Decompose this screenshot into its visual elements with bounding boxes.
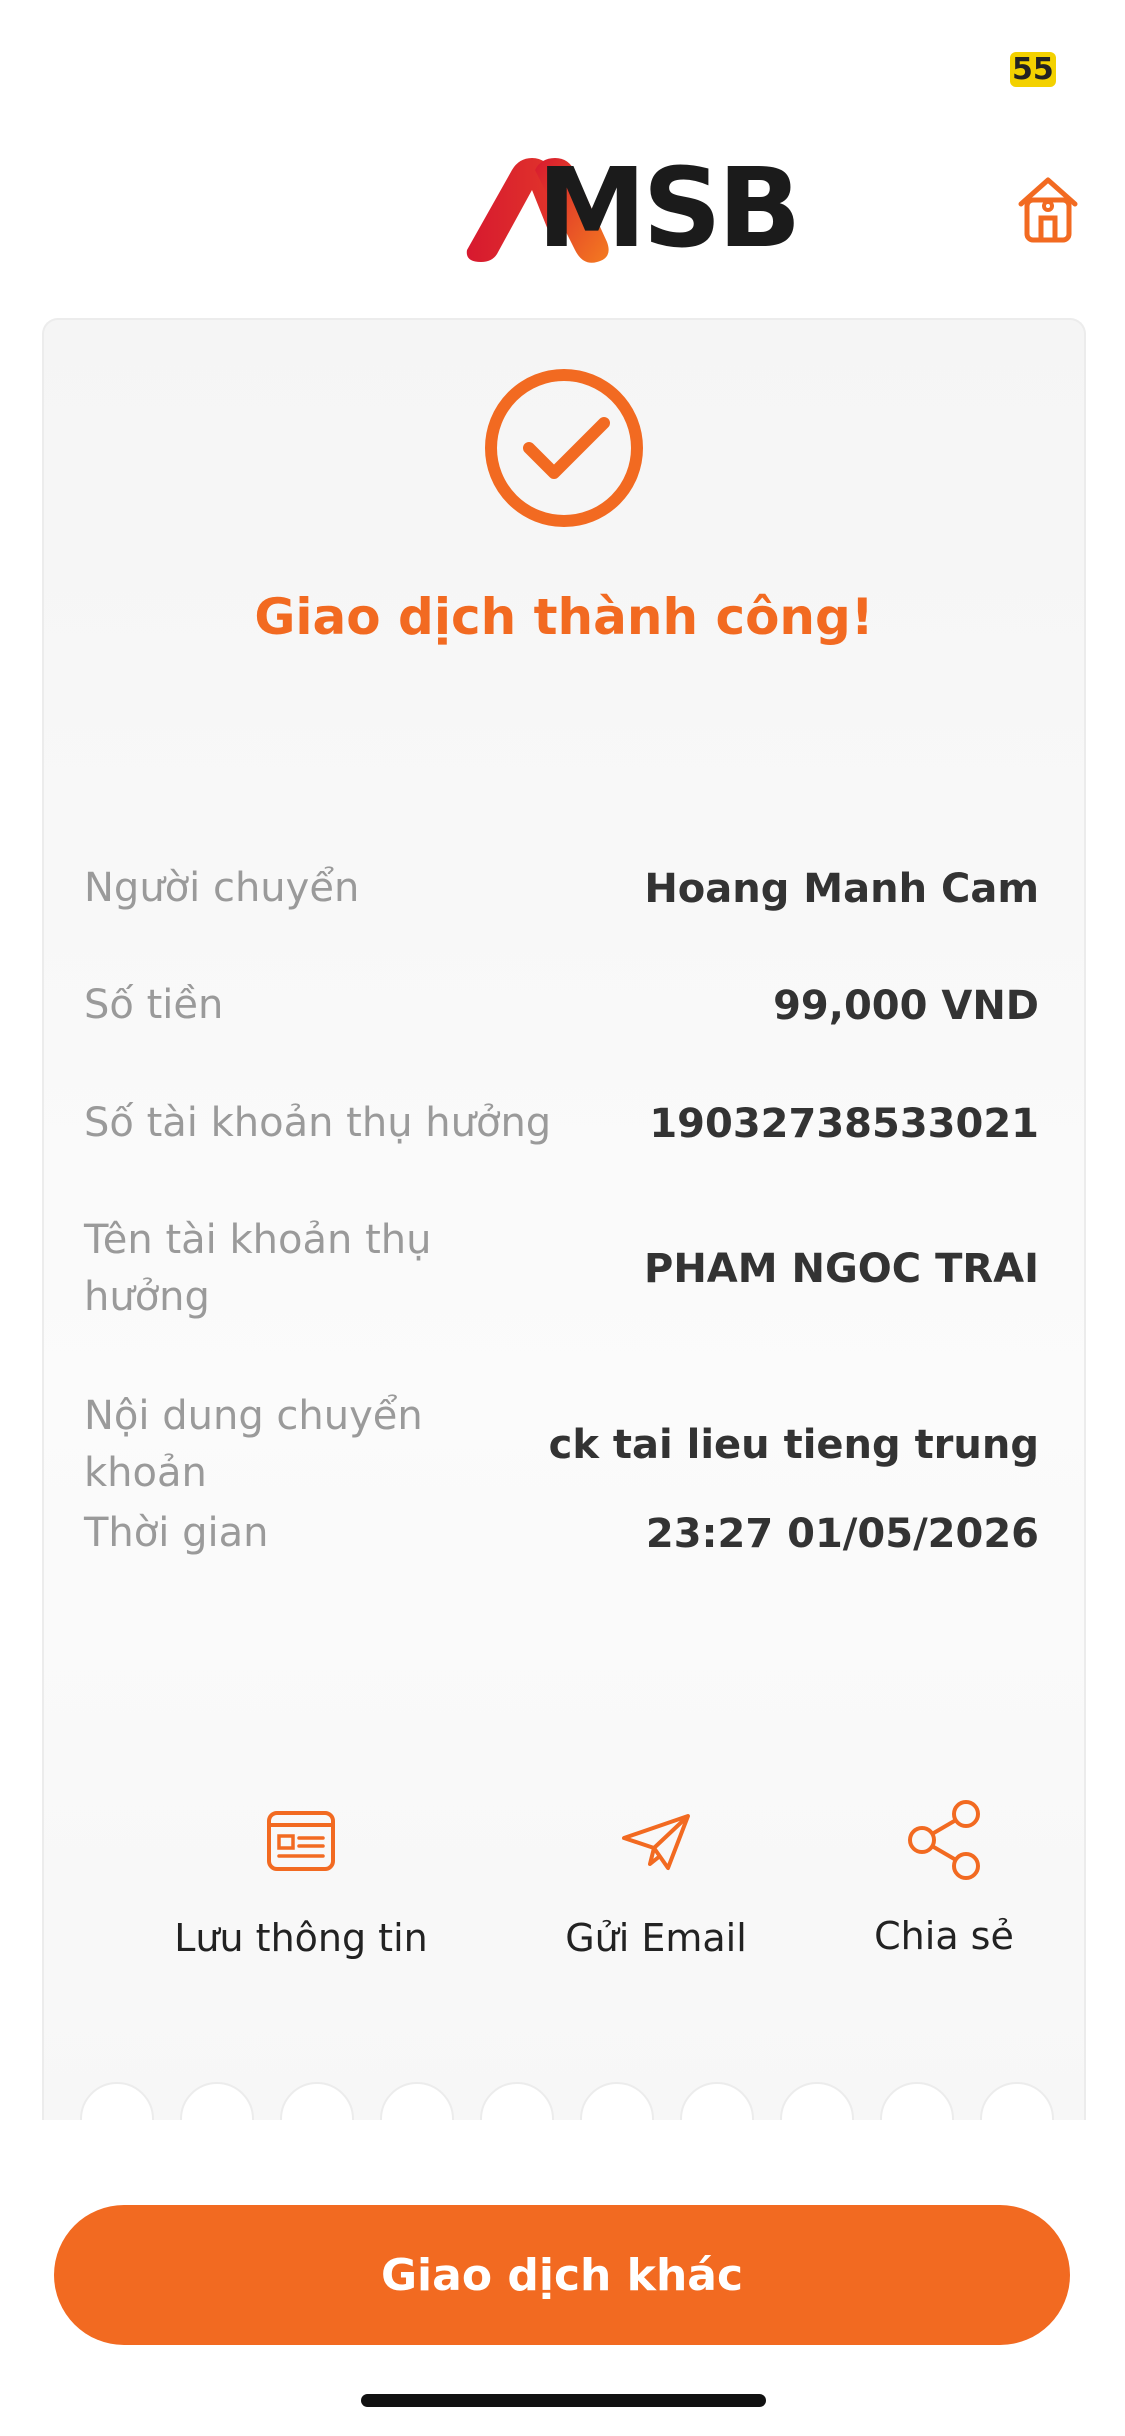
success-check-icon bbox=[485, 369, 643, 527]
detail-label: Người chuyển bbox=[84, 865, 360, 911]
detail-label-line: Tên tài khoản thụ bbox=[84, 1217, 432, 1263]
scallop-edge bbox=[980, 2082, 1054, 2120]
detail-label: Tên tài khoản thụ hưởng bbox=[84, 1212, 431, 1326]
receipt-card: Giao dịch thành công! Người chuyển Hoang… bbox=[42, 318, 1086, 2120]
send-email-button[interactable]: Gửi Email bbox=[516, 1810, 796, 1960]
scallop-edge bbox=[280, 2082, 354, 2120]
save-info-icon bbox=[267, 1811, 335, 1871]
send-email-label: Gửi Email bbox=[565, 1916, 747, 1960]
receipt-actions: Lưu thông tin Gửi Email Chia sẻ bbox=[44, 1800, 1084, 2010]
scallop-edge bbox=[580, 2082, 654, 2120]
brand-name: MSB bbox=[537, 144, 802, 272]
detail-row-time: Thời gian 23:27 01/05/2026 bbox=[84, 1505, 1039, 1562]
detail-label: Số tài khoản thụ hưởng bbox=[84, 1100, 552, 1146]
detail-value: PHAM NGOC TRAI bbox=[644, 1246, 1039, 1292]
detail-row-amount: Số tiền 99,000 VND bbox=[84, 977, 1039, 1034]
detail-label: Nội dung chuyển khoản bbox=[84, 1393, 423, 1496]
scallop-edge bbox=[780, 2082, 854, 2120]
detail-value: ck tai lieu tieng trung bbox=[548, 1422, 1039, 1468]
home-indicator[interactable] bbox=[361, 2394, 766, 2407]
detail-value: Hoang Manh Cam bbox=[644, 865, 1039, 912]
send-email-icon bbox=[622, 1814, 690, 1870]
detail-label-line: hưởng bbox=[84, 1274, 210, 1320]
scallop-edge bbox=[180, 2082, 254, 2120]
share-button[interactable]: Chia sẻ bbox=[834, 1800, 1054, 1958]
detail-row-account-name: Tên tài khoản thụ hưởng PHAM NGOC TRAI bbox=[84, 1212, 1039, 1326]
battery-indicator: 55 bbox=[1010, 52, 1056, 87]
detail-value: 23:27 01/05/2026 bbox=[645, 1510, 1039, 1557]
success-title: Giao dịch thành công! bbox=[254, 588, 874, 646]
scallop-edge bbox=[80, 2082, 154, 2120]
save-info-button[interactable]: Lưu thông tin bbox=[126, 1810, 476, 1960]
share-icon bbox=[908, 1800, 980, 1880]
detail-value: 19032738533021 bbox=[649, 1100, 1039, 1147]
new-transaction-button[interactable]: Giao dịch khác bbox=[54, 2205, 1070, 2345]
detail-row-transfer-content: Nội dung chuyển khoản ck tai lieu tieng … bbox=[84, 1388, 1039, 1502]
scallop-edge bbox=[880, 2082, 954, 2120]
scallop-edge bbox=[680, 2082, 754, 2120]
save-info-label: Lưu thông tin bbox=[174, 1916, 428, 1960]
detail-label: Thời gian bbox=[84, 1510, 269, 1556]
detail-label: Số tiền bbox=[84, 982, 224, 1028]
home-icon[interactable] bbox=[1017, 174, 1079, 244]
detail-row-account-number: Số tài khoản thụ hưởng 19032738533021 bbox=[84, 1095, 1039, 1152]
detail-value: 99,000 VND bbox=[773, 982, 1039, 1029]
share-label: Chia sẻ bbox=[874, 1914, 1014, 1958]
battery-level: 55 bbox=[1010, 52, 1056, 87]
scallop-edge bbox=[380, 2082, 454, 2120]
scallop-edge bbox=[480, 2082, 554, 2120]
detail-row-sender: Người chuyển Hoang Manh Cam bbox=[84, 860, 1039, 917]
